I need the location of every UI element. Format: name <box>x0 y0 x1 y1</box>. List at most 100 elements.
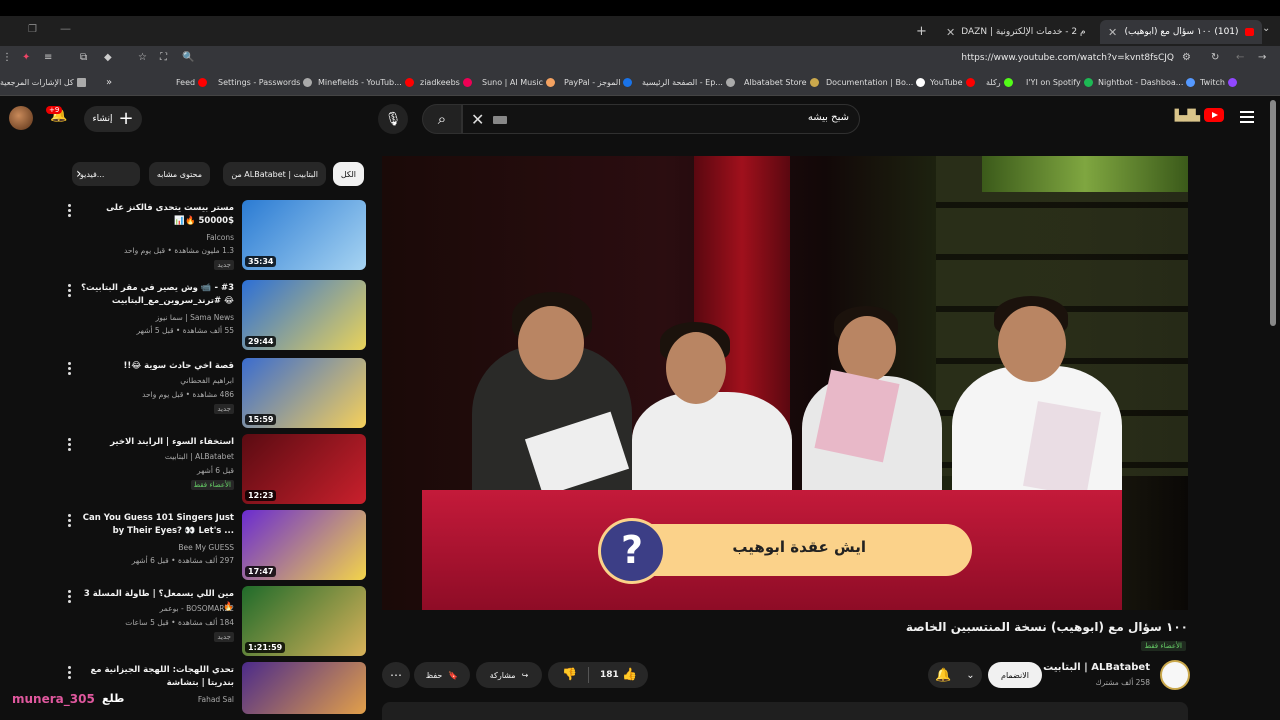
logo-art-icon: ▙▟▙ <box>1174 108 1200 122</box>
more-actions-button[interactable]: ⋯ <box>382 662 410 688</box>
tab-youtube[interactable]: ✕ (101) ١٠٠ سؤال مع (ابوهيب) نسخة <box>1100 20 1262 44</box>
zoom-icon[interactable]: 🔍 <box>182 52 194 63</box>
channel-name[interactable]: BOSOMAR22 - بوعمر <box>160 604 234 613</box>
forward-icon[interactable]: ← <box>1236 52 1244 63</box>
bookmark-item[interactable]: ziadkeebs <box>420 78 472 87</box>
twitch-icon <box>1227 78 1237 87</box>
account-avatar[interactable] <box>9 106 33 130</box>
save-button[interactable]: حفظ 🔖 <box>414 662 470 688</box>
more-options-icon[interactable] <box>68 590 72 604</box>
chip-videos[interactable]: فيديو... <box>72 162 140 186</box>
bookmark-item[interactable]: PayPal - الموجز <box>564 78 633 87</box>
channel-avatar[interactable] <box>1160 660 1190 690</box>
video-title[interactable]: استخفاء السوء | الرايند الاخير <box>76 436 234 449</box>
video-thumbnail[interactable]: 29:44 <box>242 280 366 350</box>
video-thumbnail[interactable]: 15:59 <box>242 358 366 428</box>
bookmark-star-icon[interactable]: ☆ <box>138 52 147 63</box>
video-title[interactable]: #3 - 📹 وش يصير في مقر البتابيت؟ 😂 #ترند_… <box>76 282 234 308</box>
channel-name[interactable]: ALBatabet | البتابيت <box>165 452 234 461</box>
keyboard-icon[interactable] <box>493 116 507 124</box>
like-icon[interactable]: 👍 <box>622 667 637 681</box>
all-bookmarks[interactable]: كل الإشارات المرجعية <box>0 78 86 87</box>
more-bookmarks-icon[interactable]: » <box>106 77 112 88</box>
bookmark-item[interactable]: ركلة <box>986 78 1013 87</box>
site-settings-icon[interactable]: ⚙ <box>1182 52 1191 63</box>
subscription-bell-button[interactable]: 🔔 ⌄ <box>928 662 982 688</box>
reload-icon[interactable]: ↻ <box>1211 52 1219 63</box>
video-title[interactable]: تحدي اللهجات: اللهجة الجيزانية مع بندريت… <box>76 664 234 690</box>
chevron-right-icon[interactable]: › <box>76 166 82 182</box>
chip-related[interactable]: محتوى مشابه <box>148 162 210 186</box>
join-button[interactable]: الانضمام <box>988 662 1042 688</box>
bookmark-item[interactable]: Minefields - YouTub... <box>318 78 414 87</box>
video-title[interactable]: مستر بيست يتحدى فالكنز على $50000 🔥📊 <box>76 202 234 228</box>
youtube-logo[interactable]: ▙▟▙ <box>1175 108 1224 122</box>
chip-all[interactable]: الكل <box>332 162 364 186</box>
bookmark-item[interactable]: Settings - Passwords <box>218 78 313 87</box>
tab-search-icon[interactable]: ⌄ <box>1262 23 1270 34</box>
related-video-item[interactable]: 15:59 قصة اخي حادث سوية 😂!! ابراهيم الفح… <box>60 356 368 428</box>
bookmark-item[interactable]: YouTube <box>930 78 975 87</box>
more-options-icon[interactable] <box>68 204 72 218</box>
related-video-item[interactable]: 12:23 استخفاء السوء | الرايند الاخير ALB… <box>60 432 368 504</box>
search-button[interactable]: ⌕ <box>422 104 462 134</box>
channel-name[interactable]: ابراهيم الفحطاني <box>180 376 234 385</box>
more-options-icon[interactable] <box>68 362 72 376</box>
bookmark-item[interactable]: Nightbot - Dashboa... <box>1098 78 1196 87</box>
reading-list-icon[interactable]: ≡ <box>44 52 52 63</box>
related-video-item[interactable]: 29:44 #3 - 📹 وش يصير في مقر البتابيت؟ 😂 … <box>60 278 368 350</box>
extension-icon[interactable]: ◆ <box>104 52 112 63</box>
close-tab-icon[interactable]: ✕ <box>1108 26 1117 39</box>
clear-search-icon[interactable]: ✕ <box>471 110 484 129</box>
bookmark-item[interactable]: Feed <box>176 78 208 87</box>
bookmark-item[interactable]: I'YI on Spotify <box>1026 78 1093 87</box>
create-button[interactable]: إنشاء + <box>84 106 142 132</box>
channel-name[interactable]: ALBatabet | البتابيت <box>1043 662 1150 673</box>
more-options-icon[interactable] <box>68 284 72 298</box>
related-video-item[interactable]: 17:47 Can You Guess 101 Singers Just by … <box>60 508 368 580</box>
description-panel[interactable] <box>382 702 1188 720</box>
bookmark-item[interactable]: الصفحة الرئيسية - Ep... <box>642 78 735 87</box>
hamburger-menu-icon[interactable] <box>1240 111 1254 123</box>
video-thumbnail[interactable]: 17:47 <box>242 510 366 580</box>
video-thumbnail[interactable] <box>242 662 366 714</box>
extensions-puzzle-icon[interactable]: ⧉ <box>80 52 87 63</box>
window-minimize-icon[interactable]: — <box>60 22 71 35</box>
more-options-icon[interactable] <box>68 438 72 452</box>
related-video-item[interactable]: تحدي اللهجات: اللهجة الجيزانية مع بندريت… <box>60 660 368 718</box>
url-field[interactable]: https://www.youtube.com/watch?v=kvnt8fsC… <box>961 53 1174 63</box>
share-button[interactable]: مشاركة ↪ <box>476 662 542 688</box>
video-title[interactable]: Can You Guess 101 Singers Just by Their … <box>76 512 234 538</box>
more-options-icon[interactable] <box>68 666 72 680</box>
channel-name[interactable]: Fahad Sal <box>198 695 234 704</box>
back-icon[interactable]: → <box>1258 52 1266 63</box>
dislike-icon[interactable]: 👎 <box>562 667 577 681</box>
screenshot-icon[interactable]: ⛶ <box>160 52 167 63</box>
menu-icon[interactable]: ⋮ <box>2 52 12 63</box>
video-thumbnail[interactable]: 12:23 <box>242 434 366 504</box>
window-restore-icon[interactable]: ❐ <box>28 24 37 35</box>
bookmark-item[interactable]: Documentation | Bo... <box>826 78 926 87</box>
new-tab-button[interactable]: + <box>916 24 927 39</box>
chip-from-channel[interactable]: من ALBatabet | البتابيت <box>223 162 326 186</box>
video-player[interactable]: ايش عقدة ابوهيب ? <box>382 156 1188 610</box>
new-badge: جديد <box>214 632 234 642</box>
bookmark-item[interactable]: Albatabet Store <box>744 78 819 87</box>
channel-name[interactable]: Bee My GUESS <box>178 543 234 552</box>
video-title[interactable]: قصة اخي حادث سوية 😂!! <box>76 360 234 373</box>
voice-search-button[interactable]: 🎙 <box>378 104 408 134</box>
channel-name[interactable]: Sama News | سما نيوز <box>156 313 234 322</box>
video-thumbnail[interactable]: 1:21:59 <box>242 586 366 656</box>
more-options-icon[interactable] <box>68 514 72 528</box>
search-input[interactable]: شبح بيشه ✕ <box>462 104 860 134</box>
video-thumbnail[interactable]: 35:34 <box>242 200 366 270</box>
related-video-item[interactable]: 35:34 مستر بيست يتحدى فالكنز على $50000 … <box>60 198 368 270</box>
channel-name[interactable]: Falcons <box>206 233 234 242</box>
profile-icon[interactable]: ✦ <box>22 52 30 63</box>
bookmark-item[interactable]: Suno | AI Music <box>482 78 556 87</box>
close-tab-icon[interactable]: ✕ <box>946 26 955 39</box>
tab-dazn[interactable]: ✕ DAZN | اليوم 2 - خدمات الإلكترونية <box>938 20 1094 44</box>
page-scrollbar[interactable] <box>1270 100 1276 326</box>
related-video-item[interactable]: 1:21:59 مين اللي يسمعل؟ | طاولة المسلة 3… <box>60 584 368 656</box>
bookmark-item[interactable]: Twitch <box>1200 78 1237 87</box>
